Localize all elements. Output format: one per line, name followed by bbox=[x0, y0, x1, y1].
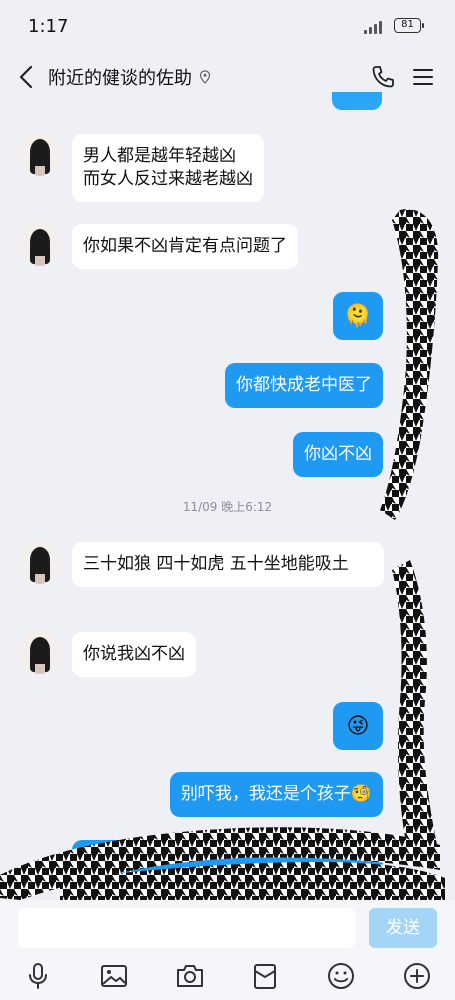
contact-avatar[interactable] bbox=[18, 630, 62, 674]
outgoing-message-partial[interactable]: 不然妈 bbox=[72, 840, 383, 900]
composer: 发送 bbox=[0, 900, 455, 1000]
contact-avatar[interactable] bbox=[18, 222, 62, 266]
image-icon[interactable] bbox=[98, 960, 130, 992]
send-button[interactable]: 发送 bbox=[369, 908, 437, 948]
chat-header: 附近的健谈的佐助 bbox=[0, 52, 455, 102]
incoming-message[interactable]: 男人都是越年轻越凶 而女人反过来越老越凶 bbox=[72, 134, 264, 202]
status-bar: 1:17 81 bbox=[0, 0, 455, 52]
message-text: 男人都是越年轻越凶 bbox=[83, 146, 236, 166]
incoming-message[interactable]: 三十如狼 四十如虎 五十坐地能吸土 bbox=[72, 542, 384, 587]
mic-icon[interactable] bbox=[22, 960, 54, 992]
previous-message-bubble bbox=[332, 92, 382, 110]
chat-title: 附近的健谈的佐助 bbox=[48, 64, 212, 90]
camera-icon[interactable] bbox=[174, 960, 206, 992]
contact-name: 附近的健谈的佐助 bbox=[48, 68, 192, 89]
message-list[interactable]: 男人都是越年轻越凶 而女人反过来越老越凶 你如果不凶肯定有点问题了 🫠 你都快成… bbox=[0, 110, 455, 900]
emoji-icon[interactable] bbox=[325, 960, 357, 992]
message-text: 不然妈 bbox=[83, 866, 134, 886]
message-text: 而女人反过来越老越凶 bbox=[83, 169, 253, 189]
outgoing-emoji-message[interactable]: 😜 bbox=[333, 702, 383, 750]
incoming-message[interactable]: 你如果不凶肯定有点问题了 bbox=[72, 224, 298, 269]
emoji: 🫠 bbox=[344, 303, 372, 329]
battery-icon: 81 bbox=[394, 18, 424, 33]
location-pin-icon bbox=[199, 70, 211, 84]
outgoing-message[interactable]: 别吓我，我还是个孩子🧐 bbox=[169, 772, 383, 817]
outgoing-emoji-message[interactable]: 🫠 bbox=[333, 292, 383, 340]
back-icon[interactable] bbox=[12, 62, 42, 92]
outgoing-message[interactable]: 你都快成老中医了 bbox=[225, 363, 383, 408]
emoji: 😜 bbox=[346, 713, 370, 739]
outgoing-message[interactable]: 你凶不凶 bbox=[293, 432, 383, 477]
message-timestamp: 11/09 晚上6:12 bbox=[182, 500, 273, 514]
plus-icon[interactable] bbox=[401, 960, 433, 992]
contact-avatar[interactable] bbox=[18, 132, 62, 176]
message-input[interactable] bbox=[18, 908, 355, 948]
red-packet-icon[interactable] bbox=[249, 960, 281, 992]
status-time: 1:17 bbox=[28, 16, 69, 37]
menu-icon[interactable] bbox=[412, 66, 434, 88]
contact-avatar[interactable] bbox=[18, 540, 62, 584]
signal-icon bbox=[364, 20, 388, 34]
phone-icon[interactable] bbox=[370, 64, 396, 90]
incoming-message[interactable]: 你说我凶不凶 bbox=[72, 632, 196, 677]
